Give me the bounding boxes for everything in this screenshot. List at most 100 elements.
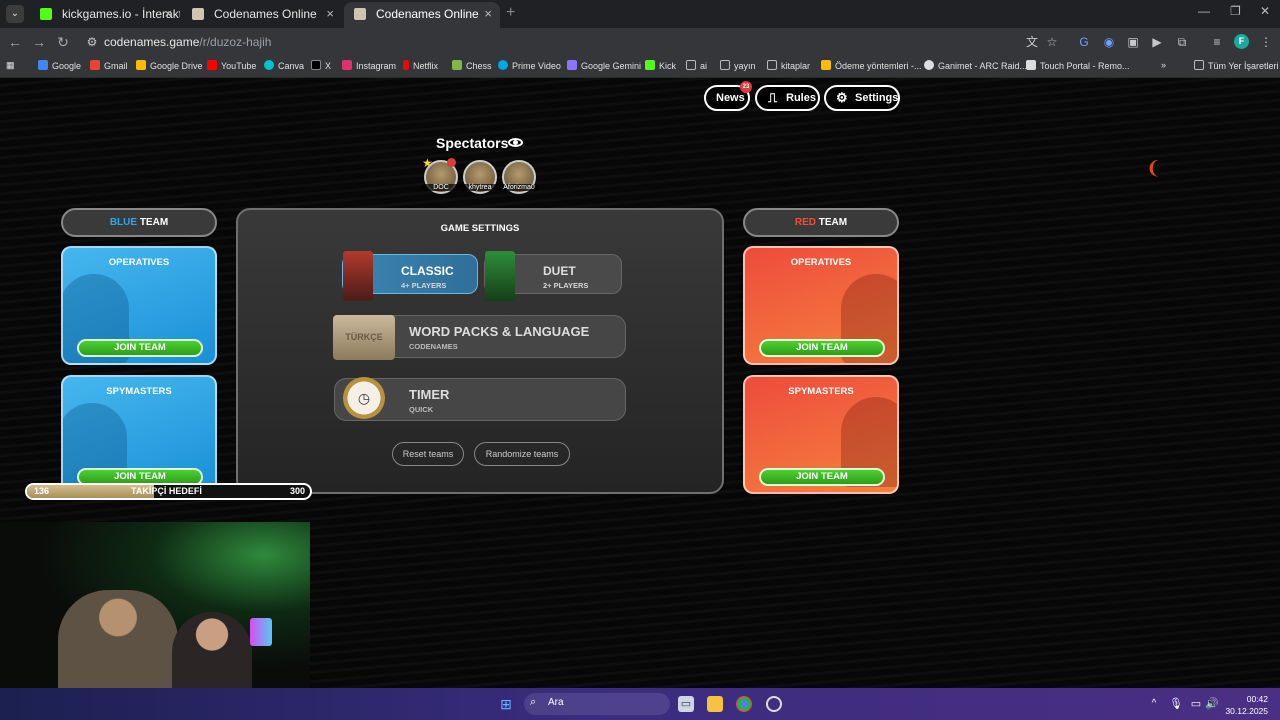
news-badge: 23 <box>740 81 752 93</box>
goal-target: 300 <box>289 486 305 496</box>
star-icon: ★ <box>422 156 433 170</box>
read-aloud-icon[interactable]: ◉ <box>1101 34 1117 50</box>
drive-icon <box>136 60 146 70</box>
new-tab-button[interactable]: + <box>506 4 515 22</box>
folder-icon <box>767 60 777 70</box>
bookmark-odeme[interactable]: Ödeme yöntemleri -... <box>821 60 922 71</box>
bookmark-prime-video[interactable]: Prime Video <box>498 60 561 71</box>
task-view-icon[interactable]: ▭ <box>678 696 694 712</box>
drive-icon <box>821 60 831 70</box>
heart-icon <box>447 158 456 167</box>
bookmark-drive[interactable]: Google Drive <box>136 60 203 71</box>
bookmark-ganimet[interactable]: Ganimet - ARC Raid... <box>924 60 1027 71</box>
search-icon: ⌕ <box>530 696 537 708</box>
file-explorer-icon[interactable] <box>707 696 723 712</box>
bookmark-kick[interactable]: Kick <box>645 60 676 71</box>
codenames-favicon-icon <box>192 8 204 20</box>
url-field[interactable]: codenames.game/r/duzoz-hajih <box>104 35 271 49</box>
taskbar-clock[interactable]: 00:42 30.12.2025 <box>1225 693 1268 717</box>
eye-icon[interactable] <box>508 138 523 147</box>
maximize-icon[interactable]: ❐ <box>1230 4 1241 18</box>
randomize-teams-button[interactable]: Randomize teams <box>474 442 570 466</box>
obs-icon[interactable] <box>766 696 782 712</box>
taskbar-search[interactable]: ⌕ Ara <box>524 693 670 715</box>
classic-mode-option[interactable]: CLASSIC 4+ PLAYERS <box>342 251 478 301</box>
tab-close-icon[interactable]: × <box>326 2 334 26</box>
join-blue-operatives-button[interactable]: JOIN TEAM <box>77 339 203 357</box>
classic-box-art <box>343 251 373 301</box>
goal-label: TAKİPÇİ HEDEFİ <box>131 486 202 496</box>
folder-icon <box>1194 60 1204 70</box>
tab-kickgames[interactable]: kickgames.io - İnteraktif Chat O × <box>30 2 180 28</box>
bookmark-instagram[interactable]: Instagram <box>342 60 396 71</box>
bookmark-star-icon[interactable]: ☆ <box>1044 34 1060 50</box>
bookmarks-bar: ▦ Google Gmail Google Drive YouTube Canv… <box>0 56 1280 78</box>
microphone-icon[interactable]: 🎙 <box>1168 696 1184 712</box>
bookmark-netflix[interactable]: Netflix <box>403 60 438 71</box>
netflix-icon <box>403 60 409 70</box>
site-info-icon[interactable]: ⚙ <box>84 34 100 50</box>
back-icon[interactable]: ← <box>6 33 24 51</box>
reading-list-icon[interactable]: ≡ <box>1209 34 1225 50</box>
extensions-icon[interactable]: ⧉ <box>1174 34 1190 50</box>
tray-chevron-icon[interactable]: ^ <box>1146 696 1162 712</box>
tab-close-icon[interactable]: × <box>484 2 492 26</box>
screenshot-icon[interactable]: ▣ <box>1125 34 1141 50</box>
volume-icon[interactable]: 🔊 <box>1204 696 1220 712</box>
card-caption: OPERATIVES <box>790 257 852 268</box>
apps-icon[interactable]: ▦ <box>6 60 15 71</box>
gemini-icon <box>567 60 577 70</box>
bookmark-touch-portal[interactable]: Touch Portal - Remo... <box>1026 60 1130 71</box>
bookmark-gemini[interactable]: Google Gemini <box>567 60 641 71</box>
bookmark-canva[interactable]: Canva <box>264 60 304 71</box>
red-team-header: RED TEAM <box>743 208 899 237</box>
tab-codenames-active[interactable]: Codenames Online × <box>344 2 500 28</box>
chrome-icon[interactable] <box>736 696 752 712</box>
rules-button[interactable]: ⎍ Rules <box>755 85 820 111</box>
tab-codenames-1[interactable]: Codenames Online × <box>182 2 342 28</box>
prime-video-icon <box>498 60 508 70</box>
timer-option[interactable]: ◷ TIMER QUICK <box>334 377 626 421</box>
forward-icon[interactable]: → <box>30 33 48 51</box>
join-red-spymasters-button[interactable]: JOIN TEAM <box>759 468 885 486</box>
folder-icon <box>686 60 696 70</box>
bookmarks-overflow-icon[interactable]: » <box>1161 60 1166 70</box>
windows-start-icon[interactable]: ⊞ <box>498 696 514 712</box>
bookmark-folder-ai[interactable]: ai <box>686 60 707 71</box>
google-icon <box>38 60 48 70</box>
bookmark-x[interactable]: X <box>311 60 331 71</box>
goal-current: 136 <box>34 486 50 496</box>
play-icon[interactable]: ▶ <box>1149 34 1165 50</box>
tab-close-icon[interactable]: × <box>164 2 172 26</box>
bookmark-youtube[interactable]: YouTube <box>207 60 256 71</box>
window-close-icon[interactable]: ✕ <box>1260 4 1270 18</box>
reset-teams-button[interactable]: Reset teams <box>392 442 464 466</box>
join-red-operatives-button[interactable]: JOIN TEAM <box>759 339 885 357</box>
translate-icon[interactable]: 文 <box>1024 34 1040 50</box>
menu-dots-icon[interactable]: ⋮ <box>1258 34 1274 50</box>
news-button[interactable]: News 23 <box>704 81 752 111</box>
duet-mode-option[interactable]: DUET 2+ PLAYERS <box>484 251 622 301</box>
profile-avatar[interactable]: F <box>1234 34 1249 49</box>
gear-icon: ⚙ <box>836 90 848 105</box>
translate-ext-icon[interactable]: G <box>1076 34 1092 50</box>
bookmark-chess[interactable]: Chess <box>452 60 492 71</box>
bookmark-folder-yayin[interactable]: yayın <box>720 60 756 71</box>
tab-title: Codenames Online <box>376 7 479 21</box>
follower-goal-bar: 136 TAKİPÇİ HEDEFİ 300 <box>25 483 312 500</box>
display-icon[interactable]: ▭ <box>1188 696 1204 712</box>
minimize-icon[interactable]: — <box>1198 4 1210 18</box>
canva-icon <box>264 60 274 70</box>
word-packs-option[interactable]: TÜRKÇE WORD PACKS & LANGUAGE CODENAMES <box>333 315 626 360</box>
card-caption: OPERATIVES <box>108 257 170 268</box>
settings-button[interactable]: ⚙ Settings <box>824 85 900 111</box>
bookmark-google[interactable]: Google <box>38 60 81 71</box>
reload-icon[interactable]: ↻ <box>54 33 72 51</box>
tab-search-icon[interactable]: ⌄ <box>6 5 24 23</box>
all-bookmarks[interactable]: Tüm Yer İşaretleri <box>1194 60 1279 71</box>
instagram-icon <box>342 60 352 70</box>
bookmark-folder-kitaplar[interactable]: kitaplar <box>767 60 810 71</box>
youtube-icon <box>207 60 217 70</box>
game-settings-panel: GAME SETTINGS CLASSIC 4+ PLAYERS DUET 2+… <box>236 208 724 494</box>
bookmark-gmail[interactable]: Gmail <box>90 60 128 71</box>
